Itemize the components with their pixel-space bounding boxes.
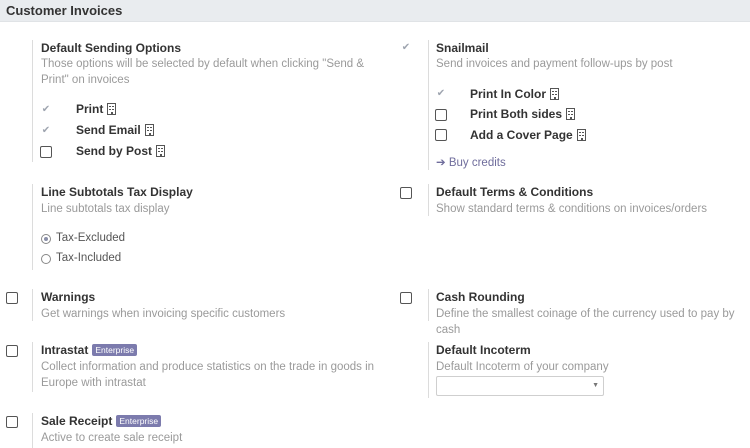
building-icon xyxy=(576,129,586,141)
building-icon xyxy=(566,108,576,120)
default-incoterm-desc: Default Incoterm of your company xyxy=(436,361,609,373)
cash-rounding-desc: Define the smallest coinage of the curre… xyxy=(436,308,735,336)
sale-receipt-desc: Active to create sale receipt xyxy=(41,432,183,444)
tax-excluded-label: Tax-Excluded xyxy=(56,232,126,244)
print-in-color-option: Print In Color xyxy=(470,87,559,101)
send-by-post-checkbox[interactable] xyxy=(40,146,52,158)
print-label: Print xyxy=(76,102,104,116)
snailmail-title: Snailmail xyxy=(436,41,489,55)
print-both-sides-option: Print Both sides xyxy=(470,107,576,121)
caret-down-icon: ▼ xyxy=(592,382,599,389)
section-header: Customer Invoices xyxy=(0,0,750,22)
building-icon xyxy=(144,124,154,136)
divider xyxy=(32,342,33,392)
divider xyxy=(32,184,33,270)
enterprise-badge: Enterprise xyxy=(92,344,138,356)
print-option: Print xyxy=(76,102,117,116)
intrastat-desc-2: Europe with intrastat xyxy=(41,377,146,389)
send-email-option: Send Email xyxy=(76,123,154,137)
building-icon xyxy=(156,145,166,157)
cash-rounding-title: Cash Rounding xyxy=(436,290,525,304)
print-both-sides-checkbox[interactable] xyxy=(435,109,447,121)
tax-excluded-radio[interactable] xyxy=(41,234,51,244)
divider xyxy=(428,342,429,398)
default-incoterm-title: Default Incoterm xyxy=(436,343,531,357)
divider xyxy=(428,40,429,170)
default-sending-title: Default Sending Options xyxy=(41,41,181,55)
default-terms-checkbox[interactable] xyxy=(400,187,412,199)
section-title: Customer Invoices xyxy=(6,3,123,18)
default-terms-title: Default Terms & Conditions xyxy=(436,185,594,199)
line-subtotals-desc: Line subtotals tax display xyxy=(41,203,170,215)
buy-credits-label: Buy credits xyxy=(448,157,506,169)
divider xyxy=(428,184,429,216)
incoterm-select[interactable]: ▼ xyxy=(436,376,604,396)
snailmail-desc: Send invoices and payment follow-ups by … xyxy=(436,58,673,70)
warnings-checkbox[interactable] xyxy=(6,292,18,304)
tax-included-radio[interactable] xyxy=(41,254,51,264)
warnings-title: Warnings xyxy=(41,290,96,304)
intrastat-label: Intrastat xyxy=(41,343,89,357)
print-in-color-checkbox[interactable]: ✔ xyxy=(436,89,446,99)
arrow-right-icon: ➔ xyxy=(436,157,446,169)
tax-included-label: Tax-Included xyxy=(56,252,122,264)
send-by-post-option: Send by Post xyxy=(76,144,166,158)
print-in-color-label: Print In Color xyxy=(470,87,546,101)
intrastat-checkbox[interactable] xyxy=(6,345,18,357)
divider xyxy=(428,289,429,321)
add-cover-page-label: Add a Cover Page xyxy=(470,128,573,142)
line-subtotals-title: Line Subtotals Tax Display xyxy=(41,185,193,199)
print-both-sides-label: Print Both sides xyxy=(470,107,563,121)
warnings-desc: Get warnings when invoicing specific cus… xyxy=(41,308,286,320)
divider xyxy=(32,289,33,321)
cash-rounding-checkbox[interactable] xyxy=(400,292,412,304)
intrastat-title: Intrastat Enterprise xyxy=(41,343,138,357)
send-email-label: Send Email xyxy=(76,123,141,137)
building-icon xyxy=(107,103,117,115)
default-sending-desc-2: Print" on invoices xyxy=(41,74,130,86)
sale-receipt-title: Sale Receipt Enterprise xyxy=(41,414,162,428)
enterprise-badge: Enterprise xyxy=(116,415,162,427)
snailmail-checkbox[interactable]: ✔ xyxy=(401,43,411,53)
print-checkbox[interactable]: ✔ xyxy=(41,105,51,115)
send-by-post-label: Send by Post xyxy=(76,144,153,158)
default-terms-desc: Show standard terms & conditions on invo… xyxy=(436,203,708,215)
default-sending-desc-1: Those options will be selected by defaul… xyxy=(41,58,365,70)
sale-receipt-checkbox[interactable] xyxy=(6,416,18,428)
add-cover-page-checkbox[interactable] xyxy=(435,129,447,141)
sale-receipt-label: Sale Receipt xyxy=(41,414,113,428)
send-email-checkbox[interactable]: ✔ xyxy=(41,126,51,136)
divider xyxy=(32,40,33,162)
intrastat-desc-1: Collect information and produce statisti… xyxy=(41,361,375,373)
building-icon xyxy=(550,88,559,100)
add-cover-page-option: Add a Cover Page xyxy=(470,128,586,142)
divider xyxy=(32,413,33,448)
buy-credits-link[interactable]: ➔ Buy credits xyxy=(436,155,506,169)
